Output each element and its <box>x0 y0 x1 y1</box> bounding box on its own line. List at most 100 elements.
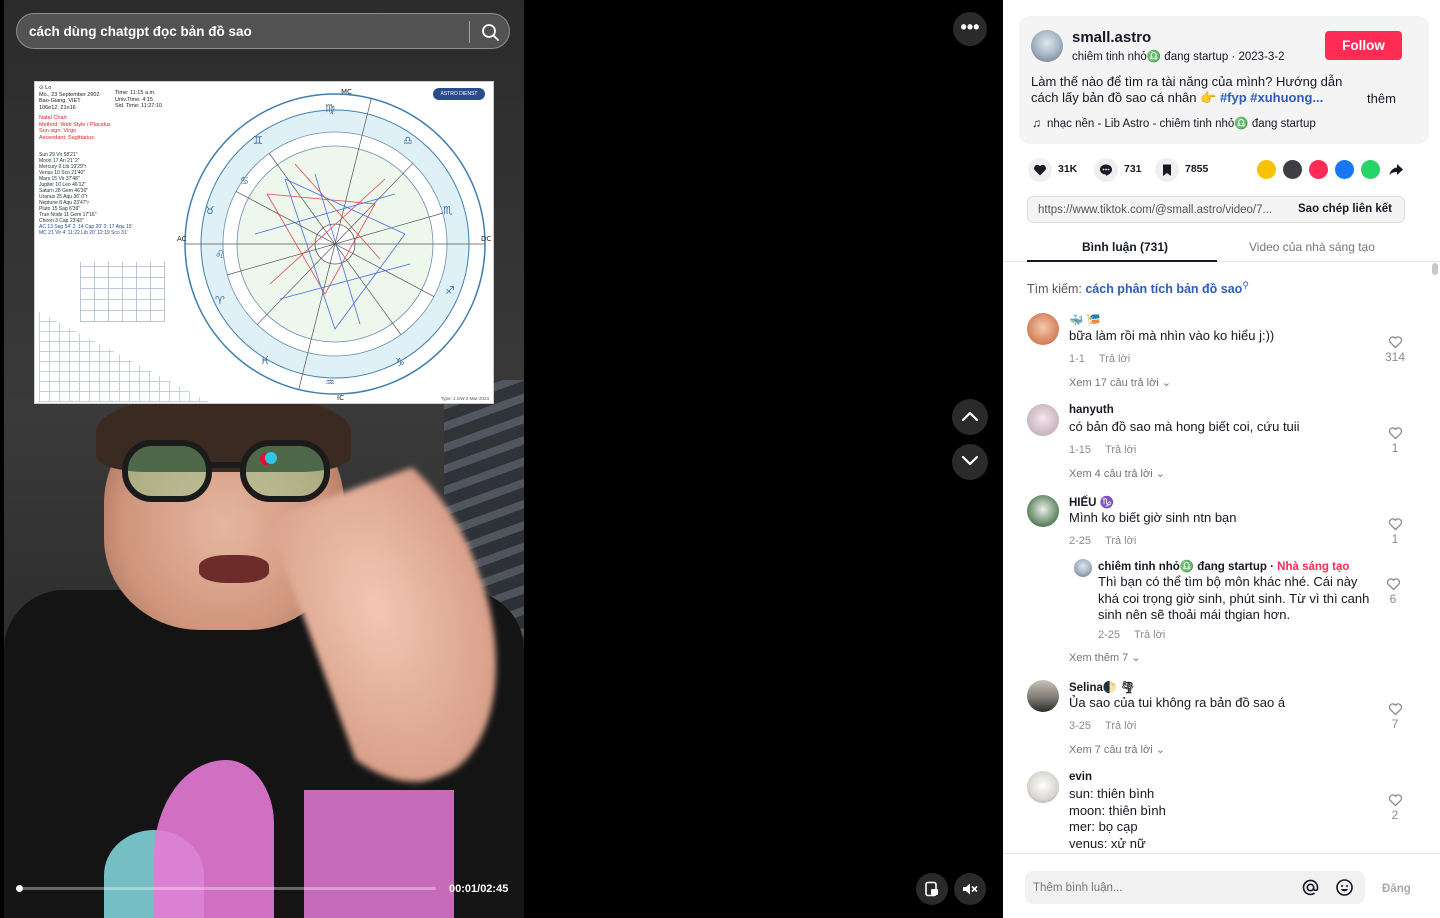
expand-description-button[interactable]: thêm <box>1367 91 1396 106</box>
music-link[interactable]: ♫ nhạc nền - Lib Astro - chiêm tinh nhỏ♎ … <box>1032 116 1316 130</box>
search-bar <box>16 13 510 49</box>
video-url[interactable]: https://www.tiktok.com/@small.astro/vide… <box>1038 204 1288 216</box>
chart-meta-line: 106e12, 21n16 <box>39 104 76 111</box>
view-replies-button[interactable]: Xem 17 câu trả lời ⌄ <box>1069 376 1171 389</box>
comment-like-button[interactable]: 7 <box>1385 702 1405 731</box>
next-video-button[interactable] <box>952 444 988 480</box>
birth-chart-image: ⊙ Lo Mo., 23 September 2002 Bao-Giang, V… <box>34 81 494 404</box>
reply-date: 2-25 <box>1098 629 1121 641</box>
ic-label: IC <box>337 394 344 402</box>
chevron-up-icon <box>961 411 979 422</box>
comment-like-count: 314 <box>1385 350 1406 364</box>
search-icon[interactable] <box>479 21 501 43</box>
video-progress-bar[interactable] <box>16 885 436 892</box>
comment-line: sun: thiên bình <box>1069 786 1155 801</box>
commenter-name[interactable]: evin <box>1069 771 1092 783</box>
commenter-name[interactable]: HIẾU ♑ <box>1069 495 1114 509</box>
share-arrow-icon[interactable] <box>1387 160 1406 179</box>
reply-button[interactable]: Trả lời <box>1134 629 1165 641</box>
replier-display-name: chiêm tinh nhỏ♎ đang startup <box>1098 561 1267 573</box>
commenter-avatar[interactable] <box>1027 495 1059 527</box>
chart-wheel: ♍ ♎ ♏ ♐ ♑ ♒ ♓ ♈ ♉ ♊ ♋ ♌ AC DC MC IC <box>177 88 491 402</box>
previous-video-button[interactable] <box>952 399 988 435</box>
copy-link-button[interactable]: Sao chép liên kết <box>1298 203 1392 215</box>
creator-badge: Nhà sáng tạo <box>1277 561 1350 573</box>
chart-time-line: Sid. Time: 11:27:10 <box>115 103 162 109</box>
view-replies-button[interactable]: Xem 4 câu trả lời ⌄ <box>1069 467 1165 480</box>
more-options-button[interactable]: ••• <box>953 12 987 46</box>
comment-button[interactable] <box>1094 158 1118 182</box>
related-search[interactable]: Tìm kiếm: cách phân tích bản đồ sao⚲ <box>1027 280 1249 296</box>
comment-date: 1-1 <box>1069 353 1085 365</box>
repost-icon[interactable] <box>1257 160 1276 179</box>
commenter-avatar[interactable] <box>1027 404 1059 436</box>
like-count: 31K <box>1058 163 1078 175</box>
reply-button[interactable]: Trả lời <box>1105 535 1136 547</box>
progress-knob[interactable] <box>16 885 23 892</box>
commenter-avatar[interactable] <box>1027 680 1059 712</box>
commenter-name[interactable]: hanyuth <box>1069 404 1114 416</box>
send-to-friends-icon[interactable] <box>1309 160 1328 179</box>
whatsapp-icon[interactable] <box>1361 160 1380 179</box>
hashtags[interactable]: #fyp #xuhuong... <box>1220 90 1323 105</box>
comment-like-button[interactable]: 314 <box>1385 335 1405 364</box>
follow-button[interactable]: Follow <box>1325 31 1402 60</box>
dsc-label: DC <box>481 235 491 243</box>
search-input[interactable] <box>29 14 469 48</box>
chevron-down-icon: ⌄ <box>1155 468 1165 480</box>
view-replies-label: Xem 7 câu trả lời <box>1069 744 1153 756</box>
tab-creator-videos[interactable]: Video của nhà sáng tạo <box>1249 240 1375 254</box>
like-button[interactable] <box>1028 158 1052 182</box>
comment-text: Ủa sao của tui không ra bản đồ sao á <box>1069 695 1286 710</box>
reply-button[interactable]: Trả lời <box>1105 444 1136 456</box>
commenter-name[interactable]: 🐳 🎏 <box>1069 313 1101 327</box>
view-more-replies-button[interactable]: Xem thêm 7 ⌄ <box>1069 651 1141 664</box>
related-search-keyword[interactable]: cách phân tích bản đồ sao <box>1085 282 1242 296</box>
video-person-mouth <box>199 555 269 583</box>
comment-like-button[interactable]: 2 <box>1385 793 1405 822</box>
heart-icon <box>1034 164 1046 176</box>
mute-button[interactable] <box>954 873 986 905</box>
comment-like-button[interactable]: 1 <box>1385 426 1405 455</box>
reply-button[interactable]: Trả lời <box>1099 353 1130 365</box>
view-replies-button[interactable]: Xem 7 câu trả lời ⌄ <box>1069 743 1165 756</box>
reply-like-button[interactable]: 6 <box>1383 577 1403 606</box>
floating-player-button[interactable] <box>916 873 948 905</box>
embed-icon[interactable] <box>1283 160 1302 179</box>
comment-line: venus: xử nữ <box>1069 835 1146 851</box>
author-username[interactable]: small.astro <box>1072 29 1151 46</box>
svg-text:♏: ♏ <box>443 204 453 217</box>
author-avatar[interactable] <box>1031 30 1063 62</box>
emoji-icon[interactable] <box>1335 878 1354 902</box>
commenter-avatar[interactable] <box>1027 771 1059 803</box>
commenter-avatar[interactable] <box>1027 313 1059 345</box>
comment-meta: 1-15 Trả lời <box>1069 444 1150 456</box>
replier-avatar[interactable] <box>1074 559 1092 577</box>
comment-line: moon: thiên bình <box>1069 802 1166 818</box>
search-icon: ⚲ <box>1242 280 1249 290</box>
author-display-name: chiêm tinh nhỏ♎ đang startup <box>1072 51 1229 63</box>
heart-outline-icon <box>1388 427 1402 440</box>
reply-button[interactable]: Trả lời <box>1105 720 1136 732</box>
heart-outline-icon <box>1388 518 1402 531</box>
tab-comments[interactable]: Bình luận (731) <box>1082 240 1168 254</box>
facebook-icon[interactable] <box>1335 160 1354 179</box>
chevron-down-icon: ⌄ <box>1161 377 1172 389</box>
mention-icon[interactable] <box>1301 878 1320 902</box>
replier-name[interactable]: chiêm tinh nhỏ♎ đang startup · Nhà sáng … <box>1098 559 1349 573</box>
svg-text:♌: ♌ <box>215 248 225 261</box>
comment-input[interactable] <box>1033 871 1293 904</box>
favorite-button[interactable] <box>1155 158 1179 182</box>
commenter-name[interactable]: Selina🌓 🌪 <box>1069 680 1135 694</box>
comment-date: 3-25 <box>1069 720 1092 732</box>
reply-text: Thì bạn có thể tìm bộ môn khác nhé. Cái … <box>1098 574 1370 622</box>
search-divider <box>469 21 470 43</box>
author-subtitle: chiêm tinh nhỏ♎ đang startup · 2023-3-2 <box>1072 49 1285 63</box>
post-comment-button[interactable]: Đăng <box>1382 883 1411 895</box>
comment-date: 2-25 <box>1069 535 1092 547</box>
video-time: 00:01/02:45 <box>449 883 509 895</box>
comment-text: bữa làm rồi mà nhìn vào ko hiểu j:)) <box>1069 328 1275 343</box>
comment-line: mer: bọ cạp <box>1069 819 1138 834</box>
heart-outline-icon <box>1388 336 1402 349</box>
comment-like-button[interactable]: 1 <box>1385 517 1405 546</box>
